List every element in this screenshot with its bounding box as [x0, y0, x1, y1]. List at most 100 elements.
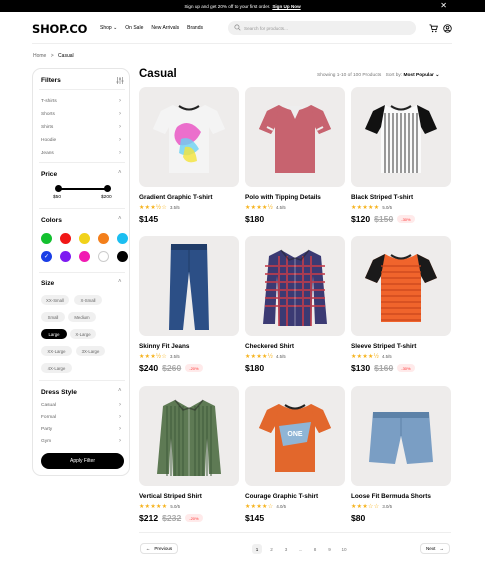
chevron-right-icon[interactable]: › — [119, 150, 121, 156]
product-card[interactable]: Sleeve Striped T-shirt ★★★★½ 4.5/5 $130 $160… — [351, 236, 451, 381]
chevron-right-icon[interactable]: › — [119, 137, 121, 143]
product-image[interactable] — [351, 87, 451, 187]
product-image[interactable] — [139, 386, 239, 486]
product-name[interactable]: Sleeve Striped T-shirt — [351, 343, 416, 350]
dress-style-party[interactable]: Party — [41, 427, 52, 432]
nav-new-arrivals[interactable]: New Arrivals — [151, 25, 179, 31]
product-image[interactable]: ONE — [245, 386, 345, 486]
color-swatch[interactable] — [60, 251, 71, 262]
product-name[interactable]: Skinny Fit Jeans — [139, 343, 189, 350]
category-item-hoodie[interactable]: Hoodie — [41, 138, 56, 143]
product-card[interactable]: ONE Courage Graphic T-shirt ★★★★☆ 4.0/5 $145 — [245, 386, 345, 531]
size-option[interactable]: XX-Large — [41, 346, 72, 356]
chevron-up-icon[interactable]: ˄ — [118, 216, 122, 222]
dress-style-formal[interactable]: Formal — [41, 415, 56, 420]
product-image[interactable] — [351, 386, 451, 486]
color-swatch[interactable] — [79, 251, 90, 262]
product-card[interactable]: Polo with Tipping Details ★★★★½ 4.5/5 $180 — [245, 87, 345, 232]
color-swatch[interactable] — [98, 251, 109, 262]
color-swatch[interactable] — [41, 233, 52, 244]
category-item-t-shirts[interactable]: T-shirts — [41, 99, 57, 104]
next-button[interactable]: Next → — [420, 543, 450, 554]
color-swatch[interactable]: ✓ — [41, 251, 52, 262]
search-input[interactable]: Search for products... — [228, 21, 416, 35]
product-image[interactable] — [351, 236, 451, 336]
page-number-1[interactable]: 1 — [252, 544, 262, 554]
previous-button[interactable]: ← Previous — [140, 543, 178, 554]
product-image[interactable] — [139, 236, 239, 336]
page-number-8[interactable]: 8 — [310, 544, 320, 554]
chevron-right-icon[interactable]: › — [119, 402, 121, 408]
size-option[interactable]: 4X-Large — [41, 363, 72, 373]
product-card[interactable]: Gradient Graphic T-shirt ★★★½☆ 3.5/5 $145 — [139, 87, 239, 232]
product-rating: ★★★★½ 4.5/5 — [245, 204, 286, 211]
chevron-right-icon[interactable]: › — [119, 124, 121, 130]
category-item-jeans[interactable]: Jeans — [41, 151, 54, 156]
apply-filter-button[interactable]: Apply Filter — [41, 453, 124, 469]
category-item-shirts[interactable]: Shirts — [41, 125, 53, 130]
product-name[interactable]: Gradient Graphic T-shirt — [139, 194, 213, 201]
logo[interactable]: SHOP.CO — [32, 22, 87, 36]
page-number-2[interactable]: 2 — [267, 544, 277, 554]
page-number-10[interactable]: 10 — [339, 544, 349, 554]
product-name[interactable]: Loose Fit Bermuda Shorts — [351, 493, 431, 500]
product-card[interactable]: Checkered Shirt ★★★★½ 4.5/5 $180 — [245, 236, 345, 381]
nav-shop[interactable]: Shop ⌄ — [100, 25, 117, 31]
chevron-right-icon[interactable]: › — [119, 111, 121, 117]
page-number-3[interactable]: 3 — [281, 544, 291, 554]
color-swatch[interactable] — [79, 233, 90, 244]
size-option[interactable]: 3X-Large — [76, 346, 105, 356]
product-name[interactable]: Vertical Striped Shirt — [139, 493, 202, 500]
signup-link[interactable]: Sign Up Now — [272, 4, 300, 9]
filter-settings-icon[interactable] — [116, 77, 124, 84]
category-item-shorts[interactable]: Shorts — [41, 112, 55, 117]
nav-brands[interactable]: Brands — [187, 25, 203, 31]
product-name[interactable]: Courage Graphic T-shirt — [245, 493, 318, 500]
color-swatch[interactable] — [117, 233, 128, 244]
chevron-up-icon[interactable]: ˄ — [118, 279, 122, 285]
product-card[interactable]: Loose Fit Bermuda Shorts ★★★☆☆ 3.0/5 $80 — [351, 386, 451, 531]
size-option[interactable]: XX-Small — [41, 295, 69, 305]
product-image[interactable] — [245, 236, 345, 336]
dress-style-casual[interactable]: Casual — [41, 403, 56, 408]
color-swatch[interactable] — [98, 233, 109, 244]
product-name[interactable]: Black Striped T-shirt — [351, 194, 413, 201]
sort-label: Sort by: — [385, 73, 403, 78]
star-rating-icon: ★★★★½ — [351, 354, 380, 360]
color-swatch[interactable] — [60, 233, 71, 244]
original-price: $150 — [374, 214, 394, 224]
chevron-right-icon[interactable]: › — [119, 426, 121, 432]
chevron-up-icon[interactable]: ˄ — [118, 388, 122, 394]
price-max-handle[interactable] — [104, 185, 111, 192]
product-card[interactable]: Black Striped T-shirt ★★★★★ 5.0/5 $120 $150-… — [351, 87, 451, 232]
nav-on-sale[interactable]: On Sale — [125, 25, 143, 31]
chevron-right-icon[interactable]: › — [119, 414, 121, 420]
size-option[interactable]: Small — [41, 312, 65, 322]
size-option[interactable]: Medium — [68, 312, 96, 322]
product-name[interactable]: Polo with Tipping Details — [245, 194, 321, 201]
chevron-right-icon[interactable]: › — [119, 98, 121, 104]
chevron-up-icon[interactable]: ˄ — [118, 170, 122, 176]
sort-dropdown[interactable]: Most Popular ⌄ — [404, 73, 440, 78]
account-icon[interactable] — [443, 24, 452, 33]
page-number-9[interactable]: 9 — [325, 544, 335, 554]
previous-label: Previous — [154, 546, 173, 551]
color-swatch[interactable] — [117, 251, 128, 262]
price-min-handle[interactable] — [55, 185, 62, 192]
price-max-label: $200 — [101, 195, 112, 200]
size-option[interactable]: X-Large — [70, 329, 96, 339]
close-icon[interactable]: ✕ — [440, 1, 447, 11]
dress-style-gym[interactable]: Gym — [41, 439, 51, 444]
size-option[interactable]: Large — [41, 329, 67, 339]
product-image[interactable] — [139, 87, 239, 187]
cart-icon[interactable] — [429, 24, 438, 33]
product-card[interactable]: Skinny Fit Jeans ★★★½☆ 3.5/5 $240 $260 -20% — [139, 236, 239, 381]
breadcrumb-home[interactable]: Home — [33, 53, 46, 59]
size-option[interactable]: X-Small — [74, 295, 102, 305]
product-name[interactable]: Checkered Shirt — [245, 343, 294, 350]
product-card[interactable]: Vertical Striped Shirt ★★★★★ 5.0/5 $212 $232… — [139, 386, 239, 531]
header-divider — [32, 43, 452, 44]
chevron-right-icon[interactable]: › — [119, 438, 121, 444]
current-price: $145 — [245, 513, 265, 523]
product-image[interactable] — [245, 87, 345, 187]
